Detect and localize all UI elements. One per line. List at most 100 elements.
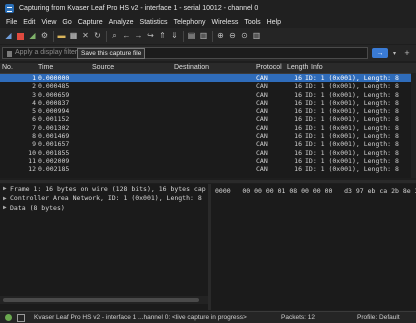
table-row[interactable]: 9 0.001657 CAN 16 ID: 1 (0x001), Length: 8 (0, 140, 416, 148)
scroll-thumb[interactable] (3, 298, 199, 302)
menu-telephony[interactable]: Telephony (171, 19, 209, 26)
status-packets: Packets: 12 (281, 314, 315, 321)
detail-row-data[interactable]: ▶ Data (8 bytes) (0, 203, 208, 213)
cell-time: 0.002185 (38, 165, 70, 174)
apply-filter-button[interactable]: → (372, 48, 388, 58)
cell-info: ID: 1 (0x001), Length: 8 (305, 148, 399, 157)
colorize-icon[interactable]: ▥ (199, 32, 208, 41)
cell-info: ID: 1 (0x001), Length: 8 (305, 90, 399, 99)
menu-edit[interactable]: Edit (20, 19, 38, 26)
menu-tools[interactable]: Tools (241, 19, 263, 26)
table-row[interactable]: 8 0.001469 CAN 16 ID: 1 (0x001), Length: 8 (0, 132, 416, 140)
back-icon[interactable]: ← (122, 32, 131, 41)
capture-comment-icon[interactable] (17, 313, 25, 322)
expert-info-icon[interactable] (5, 314, 12, 321)
detail-row-frame[interactable]: ▶ Frame 1: 16 bytes on wire (128 bits), … (0, 184, 208, 194)
first-icon[interactable]: ⇑ (158, 32, 167, 41)
expand-arrow-icon[interactable]: ▶ (3, 185, 10, 192)
filter-dropdown-button[interactable]: ▾ (390, 48, 399, 58)
table-row[interactable]: 7 0.001302 CAN 16 ID: 1 (0x001), Length: 8 (0, 124, 416, 132)
cell-no: 8 (32, 132, 36, 141)
autoscroll-icon[interactable]: ▤ (187, 32, 196, 41)
menu-help[interactable]: Help (264, 19, 284, 26)
shark-fin-icon[interactable]: ◢ (4, 32, 13, 41)
table-row[interactable]: 11 0.002009 CAN 16 ID: 1 (0x001), Length: 8 (0, 157, 416, 165)
table-row[interactable]: 6 0.001152 CAN 16 ID: 1 (0x001), Length: 8 (0, 115, 416, 123)
cell-no: 12 (28, 165, 36, 174)
table-row[interactable]: 3 0.000659 CAN 16 ID: 1 (0x001), Length: 8 (0, 91, 416, 99)
cell-info: ID: 1 (0x001), Length: 8 (305, 156, 399, 165)
zoom-out-icon[interactable]: ⊖ (228, 32, 237, 41)
packet-bytes[interactable]: 0000 00 00 00 01 08 00 00 00 d3 97 eb ca… (211, 184, 416, 310)
cell-no: 3 (32, 90, 36, 99)
wireshark-logo-icon (5, 3, 14, 13)
table-row[interactable]: 10 0.001855 CAN 16 ID: 1 (0x001), Length: 8 (0, 149, 416, 157)
reload-icon[interactable]: ↻ (93, 32, 102, 41)
cell-time: 0.001302 (38, 123, 70, 132)
column-header-length[interactable]: Length (287, 64, 308, 71)
display-filter-input[interactable]: Apply a display filter ... <Ctrl-/> (2, 47, 368, 59)
stop-icon[interactable] (16, 32, 25, 41)
cell-length: 16 (294, 74, 302, 82)
table-row[interactable]: 5 0.000994 CAN 16 ID: 1 (0x001), Length: 8 (0, 107, 416, 115)
status-profile[interactable]: Profile: Default (357, 314, 400, 321)
cell-no: 5 (32, 107, 36, 116)
cell-no: 1 (32, 74, 36, 82)
cell-protocol: CAN (256, 82, 268, 91)
cell-protocol: CAN (256, 90, 268, 99)
goto-icon[interactable]: ↪ (146, 32, 155, 41)
detail-row-can[interactable]: ▶ Controller Area Network, ID: 1 (0x001)… (0, 194, 208, 204)
restart-icon[interactable]: ◢ (28, 32, 37, 41)
close-file-icon[interactable]: ✕ (81, 32, 90, 41)
cell-length: 16 (294, 156, 302, 165)
zoom-in-icon[interactable]: ⊕ (216, 32, 225, 41)
zoom-reset-icon[interactable]: ⊙ (240, 32, 249, 41)
packet-list-scrollbar[interactable] (411, 73, 416, 178)
detail-text: Frame 1: 16 bytes on wire (128 bits), 16… (10, 184, 206, 193)
save-icon[interactable]: ▦ (69, 32, 78, 41)
menu-statistics[interactable]: Statistics (137, 19, 171, 26)
expand-arrow-icon[interactable]: ▶ (3, 195, 10, 202)
add-filter-button[interactable]: + (402, 47, 412, 59)
menu-go[interactable]: Go (59, 19, 74, 26)
column-header-source[interactable]: Source (92, 64, 114, 71)
details-hscrollbar[interactable] (0, 296, 208, 304)
table-row[interactable]: 12 0.002185 CAN 16 ID: 1 (0x001), Length: 8 (0, 165, 416, 173)
options-icon[interactable]: ⚙ (40, 32, 49, 41)
cell-length: 16 (294, 98, 302, 107)
pane-splitter[interactable] (0, 180, 416, 183)
table-row[interactable]: 1 0.000000 CAN 16 ID: 1 (0x001), Length: 8 (0, 74, 416, 83)
status-bar: Kvaser Leaf Pro HS v2 - interface 1 ...h… (0, 311, 416, 323)
menu-capture[interactable]: Capture (75, 19, 106, 26)
column-header-protocol[interactable]: Protocol (256, 64, 282, 71)
column-header-destination[interactable]: Destination (174, 64, 209, 71)
menu-view[interactable]: View (38, 19, 59, 26)
packet-details[interactable]: ▶ Frame 1: 16 bytes on wire (128 bits), … (0, 184, 208, 310)
cell-length: 16 (294, 107, 302, 116)
menu-file[interactable]: File (3, 19, 20, 26)
cell-protocol: CAN (256, 132, 268, 141)
table-row[interactable]: 4 0.000837 CAN 16 ID: 1 (0x001), Length: 8 (0, 99, 416, 107)
packet-list[interactable]: No. Time Source Destination Protocol Len… (0, 63, 416, 178)
bookmark-icon[interactable] (7, 51, 12, 57)
open-icon[interactable]: ▬ (57, 32, 66, 41)
expand-arrow-icon[interactable]: ▶ (3, 204, 10, 211)
resize-columns-icon[interactable]: ▥ (252, 32, 261, 41)
column-header-info[interactable]: Info (311, 64, 323, 71)
cell-no: 9 (32, 140, 36, 149)
find-icon[interactable]: ⌕ (110, 32, 119, 41)
column-header-no[interactable]: No. (2, 64, 13, 71)
cell-protocol: CAN (256, 165, 268, 174)
cell-info: ID: 1 (0x001), Length: 8 (305, 107, 399, 116)
cell-protocol: CAN (256, 74, 268, 82)
toolbar-separator (53, 30, 54, 42)
menu-wireless[interactable]: Wireless (208, 19, 241, 26)
last-icon[interactable]: ⇓ (170, 32, 179, 41)
table-row[interactable]: 2 0.000485 CAN 16 ID: 1 (0x001), Length: 8 (0, 82, 416, 90)
cell-length: 16 (294, 132, 302, 141)
column-header-time[interactable]: Time (38, 64, 53, 71)
forward-icon[interactable]: → (134, 32, 143, 41)
menu-analyze[interactable]: Analyze (106, 19, 137, 26)
cell-time: 0.000659 (38, 90, 70, 99)
display-filter-bar: Apply a display filter ... <Ctrl-/> → ▾ … (0, 45, 416, 61)
